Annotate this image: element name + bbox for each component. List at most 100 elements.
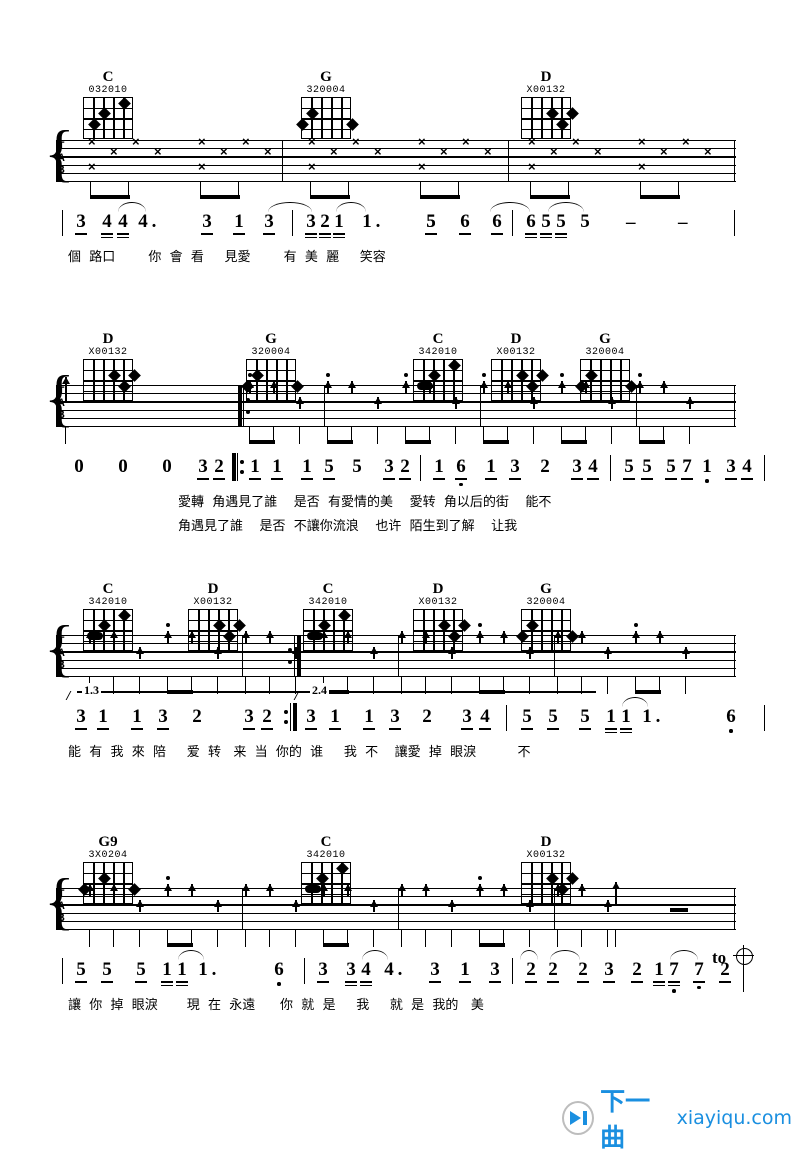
- chord-fret-numbers: X00132: [526, 85, 566, 96]
- note-number: 2: [214, 456, 224, 477]
- note-stem: [451, 929, 453, 947]
- chord-fret-numbers: 342010: [306, 850, 346, 861]
- note-underline: [653, 981, 665, 983]
- note-number: 1: [162, 959, 172, 980]
- repeat-dot: [240, 460, 244, 464]
- grid-line-h: [84, 128, 132, 131]
- arrow-shaft: [429, 381, 431, 393]
- strum-x-mark: ×: [110, 144, 118, 159]
- bar-line: [480, 385, 482, 427]
- note-underline: [719, 981, 731, 983]
- staff-letter-t: T: [58, 386, 65, 398]
- staccato-dot: [166, 623, 170, 627]
- note-number: 3: [384, 456, 394, 477]
- arrow-shaft: [113, 884, 115, 896]
- note-underline: [489, 981, 501, 983]
- note-number: 6: [726, 706, 736, 727]
- staff-line: [56, 929, 736, 931]
- note-number: 3: [572, 456, 582, 477]
- note-underline: [101, 236, 113, 239]
- note-underline: [305, 233, 317, 235]
- note-underline: [461, 728, 473, 730]
- note-number: 1: [460, 959, 470, 980]
- note-underline: [263, 233, 275, 235]
- note-stem: [557, 929, 559, 947]
- note-number: 1: [654, 959, 664, 980]
- strum-x-mark: ×: [308, 134, 316, 149]
- staff-letter-a: A: [58, 398, 65, 410]
- repeat-dot: [284, 720, 288, 724]
- number-bar-line: [734, 210, 736, 236]
- note-number: 5: [556, 211, 566, 232]
- staff-line: [56, 920, 736, 923]
- arrow-shaft: [373, 900, 375, 912]
- note-number: 1: [330, 706, 340, 727]
- tie-slur: [178, 950, 204, 960]
- staccato-dot: [560, 373, 564, 377]
- note-number: 5: [102, 959, 112, 980]
- staff-line: [56, 912, 736, 914]
- note-beam: [561, 440, 587, 444]
- octave-dot-low: [277, 982, 281, 986]
- arrow-shaft: [245, 631, 247, 643]
- staccato-dot: [404, 373, 408, 377]
- note-stem: [299, 426, 301, 444]
- arrow-shaft: [425, 631, 427, 643]
- arrow-shaft: [295, 900, 297, 912]
- staff-letter-b: B: [58, 410, 65, 422]
- staff-line: [56, 904, 736, 906]
- tie-slur: [490, 202, 530, 212]
- note-underline: [605, 728, 617, 730]
- note-number: 3: [306, 706, 316, 727]
- arrow-shaft: [299, 397, 301, 409]
- dotted-note-dot: .: [375, 211, 381, 232]
- note-stem: [217, 929, 219, 947]
- octave-dot-low: [697, 985, 701, 989]
- chord-diagram-c: C 032010: [80, 70, 136, 139]
- repeat-thin: [237, 453, 239, 481]
- note-underline: [579, 728, 591, 730]
- note-number: 4: [102, 211, 112, 232]
- note-number: 1: [250, 456, 260, 477]
- note-number: 2: [400, 456, 410, 477]
- staff-system: {TAB: [0, 616, 792, 695]
- bar-line: [398, 888, 400, 930]
- tab-staff: TAB: [56, 623, 736, 694]
- note-stem: [607, 676, 609, 694]
- note-underline: [333, 236, 345, 239]
- note-beam: [405, 440, 431, 444]
- chord-grid: [295, 97, 359, 139]
- lyric-line: 角遇見了誰 是否 不讓你流浪 也许 陌生到了解 让我: [178, 519, 518, 534]
- number-bar-line: [62, 958, 64, 984]
- note-number: 6: [456, 456, 466, 477]
- arrow-shaft: [425, 884, 427, 896]
- play-next-icon[interactable]: [562, 1101, 595, 1135]
- note-stem: [139, 929, 141, 947]
- note-underline: [665, 478, 677, 480]
- arrow-shaft: [503, 884, 505, 896]
- note-stem: [607, 929, 609, 947]
- tie-slur: [670, 950, 698, 960]
- strum-x-mark: ×: [220, 144, 228, 159]
- chord-fret-numbers: X00132: [88, 347, 128, 358]
- arrow-shaft: [659, 631, 661, 643]
- chord-name: C: [320, 834, 332, 850]
- grid-line-h: [189, 619, 237, 622]
- strum-x-mark: ×: [198, 134, 206, 149]
- staccato-dot: [482, 373, 486, 377]
- bar-line: [282, 140, 284, 182]
- arrow-shaft: [269, 884, 271, 896]
- arrow-shaft: [323, 631, 325, 643]
- note-underline: [620, 728, 632, 730]
- note-underline: [668, 984, 680, 987]
- note-underline: [305, 236, 317, 239]
- repeat-dot: [246, 410, 250, 414]
- brand-url[interactable]: xiayiqu.com: [677, 1107, 792, 1129]
- note-number: 5: [541, 211, 551, 232]
- note-stem: [269, 929, 271, 947]
- arrow-shaft: [269, 631, 271, 643]
- site-logo: 下一曲 xiayiqu.com: [562, 1082, 792, 1154]
- note-number: 2: [262, 706, 272, 727]
- repeat-thin: [290, 703, 292, 731]
- chord-fret-numbers: 320004: [526, 597, 566, 608]
